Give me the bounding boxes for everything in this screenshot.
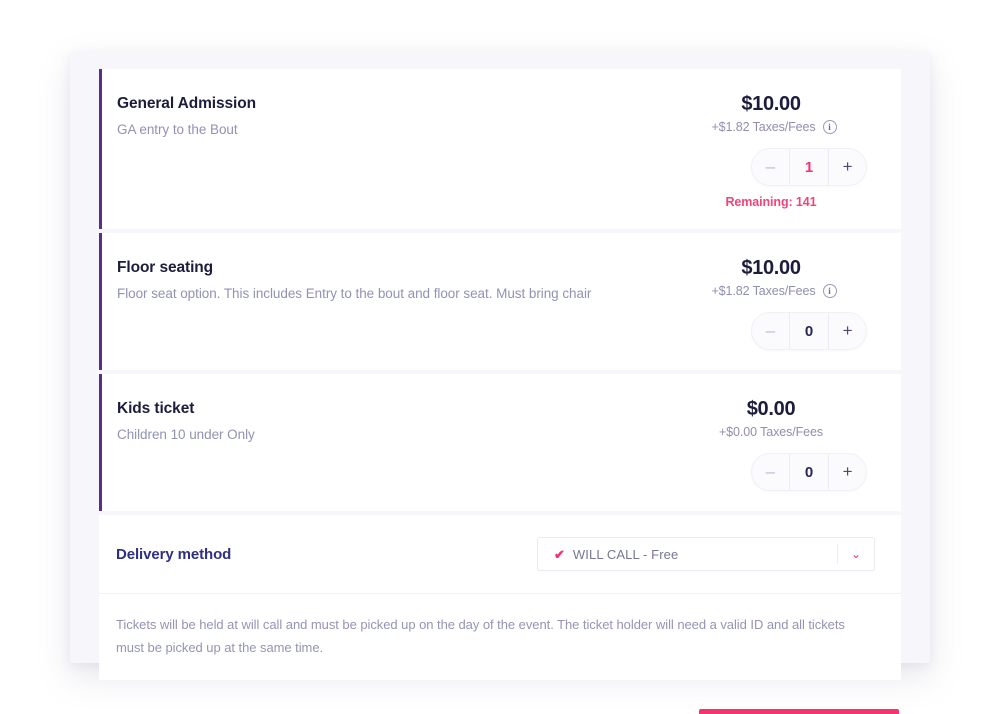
ticket-pricing: $10.00 +$1.82 Taxes/Fees i – 1 + Remaini… — [675, 93, 875, 209]
ticket-name: General Admission — [117, 95, 256, 112]
ticket-info: General Admission GA entry to the Bout — [117, 93, 256, 209]
quantity-decrement-button[interactable]: – — [752, 313, 789, 349]
delivery-method-select[interactable]: ✔ WILL CALL - Free ⌄ — [537, 537, 875, 571]
add-to-cart-button[interactable]: ADD TO CART — [699, 708, 899, 714]
ticket-fees-text: +$0.00 Taxes/Fees — [718, 425, 824, 439]
ticket-fees-line: +$1.82 Taxes/Fees i — [675, 284, 875, 298]
ticket-pricing: $0.00 +$0.00 Taxes/Fees – 0 + — [675, 398, 875, 491]
chevron-down-icon[interactable]: ⌄ — [838, 548, 874, 560]
quantity-increment-button[interactable]: + — [829, 313, 866, 349]
ticket-description: GA entry to the Bout — [117, 121, 238, 137]
delivery-method-label: Delivery method — [116, 545, 232, 563]
ticket-price: $10.00 — [741, 93, 801, 115]
ticket-fees-text: +$1.82 Taxes/Fees — [711, 284, 816, 298]
quantity-increment-button[interactable]: + — [829, 454, 866, 490]
quantity-decrement-button[interactable]: – — [752, 149, 789, 185]
ticket-list: General Admission GA entry to the Bout $… — [99, 69, 901, 511]
quantity-increment-button[interactable]: + — [829, 149, 866, 185]
ticket-order-card: General Admission GA entry to the Bout $… — [70, 51, 930, 714]
ticket-row: Floor seating Floor seat option. This in… — [99, 233, 901, 370]
quantity-value[interactable]: 1 — [788, 149, 830, 185]
quantity-decrement-button[interactable]: – — [752, 454, 789, 490]
ticket-row: Kids ticket Children 10 under Only $0.00… — [99, 374, 901, 511]
quantity-stepper[interactable]: – 0 + — [751, 453, 867, 491]
quantity-stepper[interactable]: – 1 + — [751, 148, 867, 186]
ticket-fees-line: +$0.00 Taxes/Fees — [675, 425, 875, 439]
ticket-info: Floor seating Floor seat option. This in… — [117, 257, 591, 350]
delivery-method-note: Tickets will be held at will call and mu… — [116, 617, 845, 655]
remaining-label: Remaining: 141 — [725, 195, 817, 209]
delivery-method-row: Delivery method ✔ WILL CALL - Free ⌄ — [99, 515, 901, 594]
delivery-method-selected-value: WILL CALL - Free — [572, 546, 679, 562]
info-icon[interactable]: i — [822, 284, 837, 298]
ticket-fees-text: +$1.82 Taxes/Fees — [711, 120, 816, 134]
ticket-fees-line: +$1.82 Taxes/Fees i — [675, 120, 875, 134]
quantity-stepper[interactable]: – 0 + — [751, 312, 867, 350]
ticket-description: Floor seat option. This includes Entry t… — [117, 285, 592, 301]
page-root: General Admission GA entry to the Bout $… — [0, 0, 1000, 714]
ticket-price: $0.00 — [746, 398, 796, 420]
order-footer: Total: $11.82 ADD TO CART — [99, 680, 901, 714]
delivery-method-panel: Delivery method ✔ WILL CALL - Free ⌄ Tic… — [99, 515, 901, 680]
ticket-info: Kids ticket Children 10 under Only — [117, 398, 255, 491]
quantity-value[interactable]: 0 — [788, 454, 830, 490]
ticket-name: Kids ticket — [117, 400, 195, 417]
check-icon: ✔ — [554, 546, 565, 562]
ticket-row: General Admission GA entry to the Bout $… — [99, 69, 901, 229]
quantity-value[interactable]: 0 — [788, 313, 830, 349]
info-icon[interactable]: i — [822, 120, 837, 134]
ticket-price: $10.00 — [741, 257, 801, 279]
ticket-description: Children 10 under Only — [117, 426, 255, 442]
ticket-pricing: $10.00 +$1.82 Taxes/Fees i – 0 + — [675, 257, 875, 350]
ticket-name: Floor seating — [117, 259, 214, 276]
